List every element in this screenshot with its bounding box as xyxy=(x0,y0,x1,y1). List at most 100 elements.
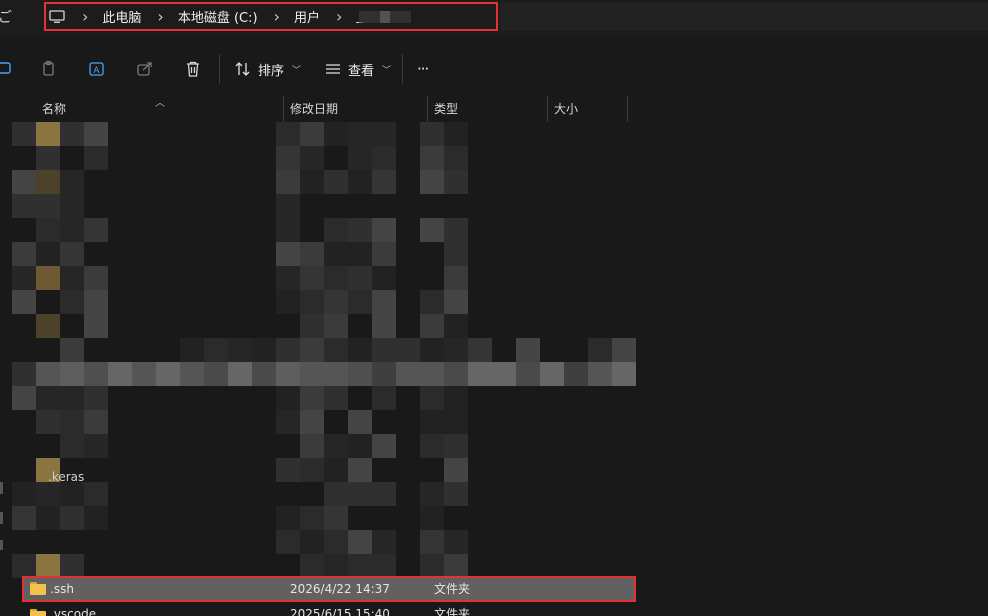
new-item-icon[interactable] xyxy=(0,58,16,80)
mosaic-tile xyxy=(516,338,540,362)
mosaic-tile xyxy=(420,530,444,554)
view-button[interactable]: 查看 ﹀ xyxy=(324,56,391,82)
chevron-down-icon: ﹀ xyxy=(382,65,392,76)
mosaic-tile xyxy=(444,386,468,410)
file-row-vscode[interactable]: .vscode 2025/6/15 15:40 文件夹 xyxy=(26,604,632,616)
mosaic-tile xyxy=(12,266,36,290)
mosaic-tile xyxy=(60,194,84,218)
mosaic-tile xyxy=(84,314,108,338)
breadcrumb-chevron-icon[interactable]: › xyxy=(157,8,163,25)
breadcrumb-chevron-icon[interactable]: › xyxy=(82,8,88,25)
mosaic-tile xyxy=(444,314,468,338)
file-row-keras[interactable]: .keras xyxy=(26,466,632,488)
breadcrumb-local-disk[interactable]: 本地磁盘 (C:) xyxy=(178,7,258,26)
mosaic-tile xyxy=(84,506,108,530)
mosaic-tile xyxy=(60,362,84,386)
mosaic-tile xyxy=(612,362,636,386)
mosaic-tile xyxy=(228,338,252,362)
mosaic-tile xyxy=(276,266,300,290)
mosaic-tile xyxy=(324,386,348,410)
mosaic-tile xyxy=(60,218,84,242)
mosaic-tile xyxy=(180,362,204,386)
mosaic-tile xyxy=(420,338,444,362)
mosaic-tile xyxy=(276,362,300,386)
mosaic-tile xyxy=(300,242,324,266)
mosaic-tile xyxy=(372,434,396,458)
breadcrumb-chevron-icon[interactable]: › xyxy=(274,8,280,25)
mosaic-tile xyxy=(300,554,324,578)
mosaic-tile xyxy=(444,170,468,194)
mosaic-tile xyxy=(324,434,348,458)
mosaic-tile xyxy=(348,218,372,242)
file-type: 文件夹 xyxy=(434,607,471,616)
breadcrumb-users[interactable]: 用户 xyxy=(294,7,320,26)
mosaic-tile xyxy=(252,338,276,362)
mosaic-tile xyxy=(516,362,540,386)
mosaic-tile xyxy=(324,530,348,554)
mosaic-tile xyxy=(36,266,60,290)
mosaic-tile xyxy=(324,218,348,242)
mosaic-tile xyxy=(588,362,612,386)
mosaic-tile xyxy=(300,506,324,530)
mosaic-tile xyxy=(372,218,396,242)
rename-icon[interactable]: A xyxy=(86,58,108,80)
column-header: ︿ 名称 修改日期 类型 大小 xyxy=(0,96,988,122)
file-type: 文件夹 xyxy=(434,582,471,596)
column-type[interactable]: 类型 xyxy=(428,96,547,122)
mosaic-tile xyxy=(324,122,348,146)
mosaic-tile xyxy=(36,386,60,410)
mosaic-tile xyxy=(252,362,276,386)
mosaic-tile xyxy=(324,362,348,386)
mosaic-tile xyxy=(84,218,108,242)
mosaic-tile xyxy=(420,410,444,434)
mosaic-tile xyxy=(396,362,420,386)
mosaic-tile xyxy=(108,362,132,386)
delete-icon[interactable] xyxy=(182,58,204,80)
mosaic-tile xyxy=(12,170,36,194)
file-modified: 2026/4/22 14:37 xyxy=(290,582,390,596)
mosaic-tile xyxy=(444,530,468,554)
navigation-pane-edge xyxy=(0,96,12,616)
column-divider[interactable] xyxy=(627,96,628,122)
column-modified[interactable]: 修改日期 xyxy=(284,96,427,122)
mosaic-tile xyxy=(84,122,108,146)
mosaic-tile xyxy=(444,122,468,146)
mosaic-tile xyxy=(12,362,36,386)
file-modified: 2025/6/15 15:40 xyxy=(290,607,390,616)
mosaic-tile xyxy=(420,146,444,170)
mosaic-tile xyxy=(84,266,108,290)
mosaic-tile xyxy=(372,314,396,338)
copy-icon[interactable] xyxy=(38,58,60,80)
column-size[interactable]: 大小 xyxy=(548,96,627,122)
search-box-area[interactable] xyxy=(500,3,988,31)
mosaic-tile xyxy=(324,506,348,530)
mosaic-tile xyxy=(180,338,204,362)
toolbar-divider xyxy=(402,54,403,84)
mosaic-tile xyxy=(564,362,588,386)
mosaic-tile xyxy=(276,386,300,410)
breadcrumb-chevron-icon[interactable]: › xyxy=(336,8,342,25)
this-pc-icon[interactable] xyxy=(48,8,66,26)
mosaic-tile xyxy=(276,530,300,554)
mosaic-tile xyxy=(276,122,300,146)
file-row-ssh-selected[interactable]: .ssh 2026/4/22 14:37 文件夹 xyxy=(22,576,636,602)
column-name[interactable]: 名称 xyxy=(36,96,284,122)
mosaic-tile xyxy=(420,290,444,314)
sort-button[interactable]: 排序 ﹀ xyxy=(234,56,301,82)
redacted-username xyxy=(358,10,411,23)
share-icon[interactable] xyxy=(134,58,156,80)
mosaic-tile xyxy=(60,506,84,530)
mosaic-tile xyxy=(444,554,468,578)
mosaic-tile xyxy=(444,242,468,266)
mosaic-tile xyxy=(444,410,468,434)
more-options-button[interactable]: ··· xyxy=(417,56,429,82)
mosaic-tile xyxy=(444,434,468,458)
mosaic-tile xyxy=(444,218,468,242)
mosaic-tile xyxy=(420,506,444,530)
mosaic-tile xyxy=(300,266,324,290)
mosaic-tile xyxy=(228,362,252,386)
breadcrumb-this-pc[interactable]: 此电脑 xyxy=(102,7,141,26)
mosaic-tile xyxy=(420,218,444,242)
address-bar[interactable]: › 此电脑 › 本地磁盘 (C:) › 用户 › _ xyxy=(44,2,498,31)
mosaic-tile xyxy=(132,362,156,386)
